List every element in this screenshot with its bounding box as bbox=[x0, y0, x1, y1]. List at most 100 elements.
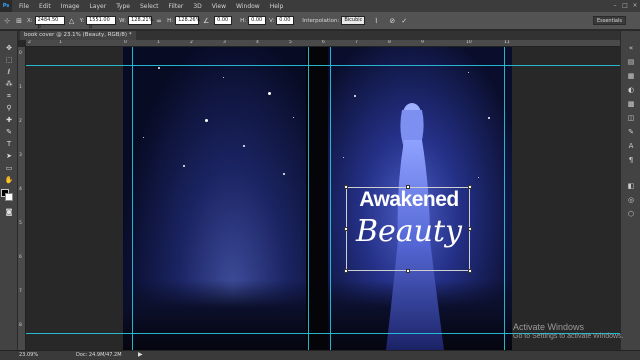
healing-brush-icon[interactable]: ✚ bbox=[3, 115, 15, 125]
hand-tool-icon[interactable]: ✋ bbox=[3, 175, 15, 185]
minimize-icon[interactable]: – bbox=[610, 0, 620, 12]
warp-icon[interactable]: ⌇ bbox=[371, 16, 381, 26]
guide-vertical[interactable] bbox=[132, 47, 133, 350]
styles-panel-icon[interactable]: ◫ bbox=[626, 113, 636, 123]
properties-panel-icon[interactable]: ▦ bbox=[626, 71, 636, 81]
ruler-tick-label: 0 bbox=[19, 51, 22, 56]
angle-icon: ∠ bbox=[202, 16, 210, 25]
delta-icon[interactable]: △ bbox=[67, 16, 77, 26]
commit-transform-icon[interactable]: ✓ bbox=[399, 16, 409, 26]
background-color-swatch[interactable] bbox=[5, 193, 13, 201]
menu-edit[interactable]: Edit bbox=[34, 3, 56, 10]
menu-layer[interactable]: Layer bbox=[84, 3, 111, 10]
reference-point-icon[interactable]: ⊞ bbox=[14, 16, 24, 26]
menu-help[interactable]: Help bbox=[265, 3, 289, 10]
path-select-icon[interactable]: ➤ bbox=[3, 151, 15, 161]
vskew-field[interactable]: 0.00 bbox=[276, 16, 295, 25]
guide-vertical[interactable] bbox=[308, 47, 309, 350]
crop-tool-icon[interactable]: ⌗ bbox=[3, 91, 15, 101]
adjustments-panel-icon[interactable]: ◐ bbox=[626, 85, 636, 95]
ruler-tick-label: 2 bbox=[28, 40, 31, 45]
y-field[interactable]: 1551.00 p bbox=[86, 16, 117, 30]
paths-panel-icon[interactable]: ⬡ bbox=[626, 209, 636, 219]
spine bbox=[306, 47, 328, 350]
history-panel-icon[interactable]: ▤ bbox=[626, 57, 636, 67]
ruler-tick-label: 6 bbox=[322, 40, 325, 45]
interpolation-label: Interpolation: bbox=[302, 17, 340, 24]
guide-vertical[interactable] bbox=[504, 47, 505, 350]
maximize-icon[interactable]: □ bbox=[620, 0, 630, 12]
star bbox=[283, 173, 285, 175]
grass-silhouette bbox=[123, 280, 306, 350]
vertical-ruler[interactable]: 0 1 2 3 4 5 6 7 8 bbox=[18, 47, 26, 350]
h-label: H: bbox=[167, 17, 174, 24]
zoom-level[interactable]: 23.09% bbox=[19, 352, 38, 358]
guide-horizontal[interactable] bbox=[26, 65, 620, 66]
swatches-panel-icon[interactable]: ▩ bbox=[626, 99, 636, 109]
quick-select-icon[interactable]: ⁂ bbox=[3, 79, 15, 89]
brush-tool-icon[interactable]: ✎ bbox=[3, 127, 15, 137]
transform-handle[interactable] bbox=[344, 227, 348, 231]
move-tool-icon[interactable]: ✥ bbox=[3, 43, 15, 53]
x-label: X: bbox=[27, 17, 33, 24]
eyedropper-icon[interactable]: ⚲ bbox=[3, 103, 15, 113]
shape-tool-icon[interactable]: ▭ bbox=[3, 163, 15, 173]
cancel-transform-icon[interactable]: ⊘ bbox=[387, 16, 397, 26]
menu-image[interactable]: Image bbox=[56, 3, 85, 10]
menu-view[interactable]: View bbox=[207, 3, 231, 10]
star bbox=[158, 67, 160, 69]
transform-handle[interactable] bbox=[468, 227, 472, 231]
document-workspace[interactable]: Awakened Beauty bbox=[26, 47, 620, 350]
marquee-tool-icon[interactable]: ⬚ bbox=[3, 55, 15, 65]
x-field[interactable]: 2484.50 p bbox=[34, 16, 65, 30]
channels-panel-icon[interactable]: ◎ bbox=[626, 195, 636, 205]
document-tab[interactable]: book cover @ 23.1% (Beauty, RGB/8) * bbox=[20, 31, 136, 40]
link-icon[interactable]: ∞ bbox=[154, 16, 164, 26]
star bbox=[343, 157, 344, 158]
ruler-tick-label: 8 bbox=[388, 40, 391, 45]
y-label: Y: bbox=[79, 17, 85, 24]
transform-handle[interactable] bbox=[344, 269, 348, 273]
horizontal-ruler[interactable]: 2 1 0 1 2 3 4 5 6 7 8 9 10 11 bbox=[26, 40, 620, 47]
document-tab-bar: book cover @ 23.1% (Beauty, RGB/8) * bbox=[18, 31, 620, 40]
close-icon[interactable]: × bbox=[630, 0, 640, 12]
interpolation-select[interactable]: Bicubic bbox=[341, 16, 366, 25]
photoshop-logo: Ps bbox=[0, 0, 12, 12]
menu-file[interactable]: File bbox=[14, 3, 34, 10]
menu-3d[interactable]: 3D bbox=[188, 3, 206, 10]
status-menu-arrow-icon[interactable]: ▶ bbox=[138, 351, 143, 358]
menu-window[interactable]: Window bbox=[231, 3, 265, 10]
brush-panel-icon[interactable]: ✎ bbox=[626, 127, 636, 137]
transform-handle[interactable] bbox=[468, 269, 472, 273]
collapse-panels-icon[interactable]: « bbox=[626, 43, 636, 53]
workspace-switcher[interactable]: Essentials bbox=[592, 16, 626, 25]
panel-dock: « ▤ ▦ ◐ ▩ ◫ ✎ A ¶ ◧ ◎ ⬡ bbox=[620, 31, 640, 351]
document-size: Doc: 24.9M/47.2M bbox=[76, 352, 122, 358]
width-field[interactable]: 128.21% bbox=[128, 16, 153, 25]
paragraph-panel-icon[interactable]: ¶ bbox=[626, 155, 636, 165]
transform-bounding-box[interactable]: Awakened Beauty bbox=[344, 185, 472, 273]
transform-handle[interactable] bbox=[406, 269, 410, 273]
hskew-field[interactable]: 0.00 bbox=[248, 16, 267, 25]
character-panel-icon[interactable]: A bbox=[626, 141, 636, 151]
menu-select[interactable]: Select bbox=[135, 3, 164, 10]
transform-tool-icon[interactable]: ⊹ bbox=[2, 16, 12, 26]
angle-field[interactable]: 0.00 bbox=[214, 16, 233, 25]
ruler-tick-label: 7 bbox=[19, 289, 22, 294]
ruler-tick-label: 5 bbox=[19, 221, 22, 226]
ruler-tick-label: 4 bbox=[256, 40, 259, 45]
menu-type[interactable]: Type bbox=[111, 3, 135, 10]
transform-handle[interactable] bbox=[344, 185, 348, 189]
ruler-tick-label: 5 bbox=[289, 40, 292, 45]
vskew-label: V: bbox=[269, 17, 275, 24]
w-label: W: bbox=[119, 17, 127, 24]
type-tool-icon[interactable]: T bbox=[3, 139, 15, 149]
star bbox=[488, 117, 490, 119]
quick-mask-icon[interactable]: ◙ bbox=[3, 207, 15, 217]
ruler-tick-label: 3 bbox=[19, 153, 22, 158]
height-field[interactable]: 128.26% bbox=[175, 16, 200, 25]
guide-vertical[interactable] bbox=[330, 47, 331, 350]
lasso-tool-icon[interactable]: ℓ bbox=[3, 67, 15, 77]
menu-filter[interactable]: Filter bbox=[164, 3, 189, 10]
layers-panel-icon[interactable]: ◧ bbox=[626, 181, 636, 191]
